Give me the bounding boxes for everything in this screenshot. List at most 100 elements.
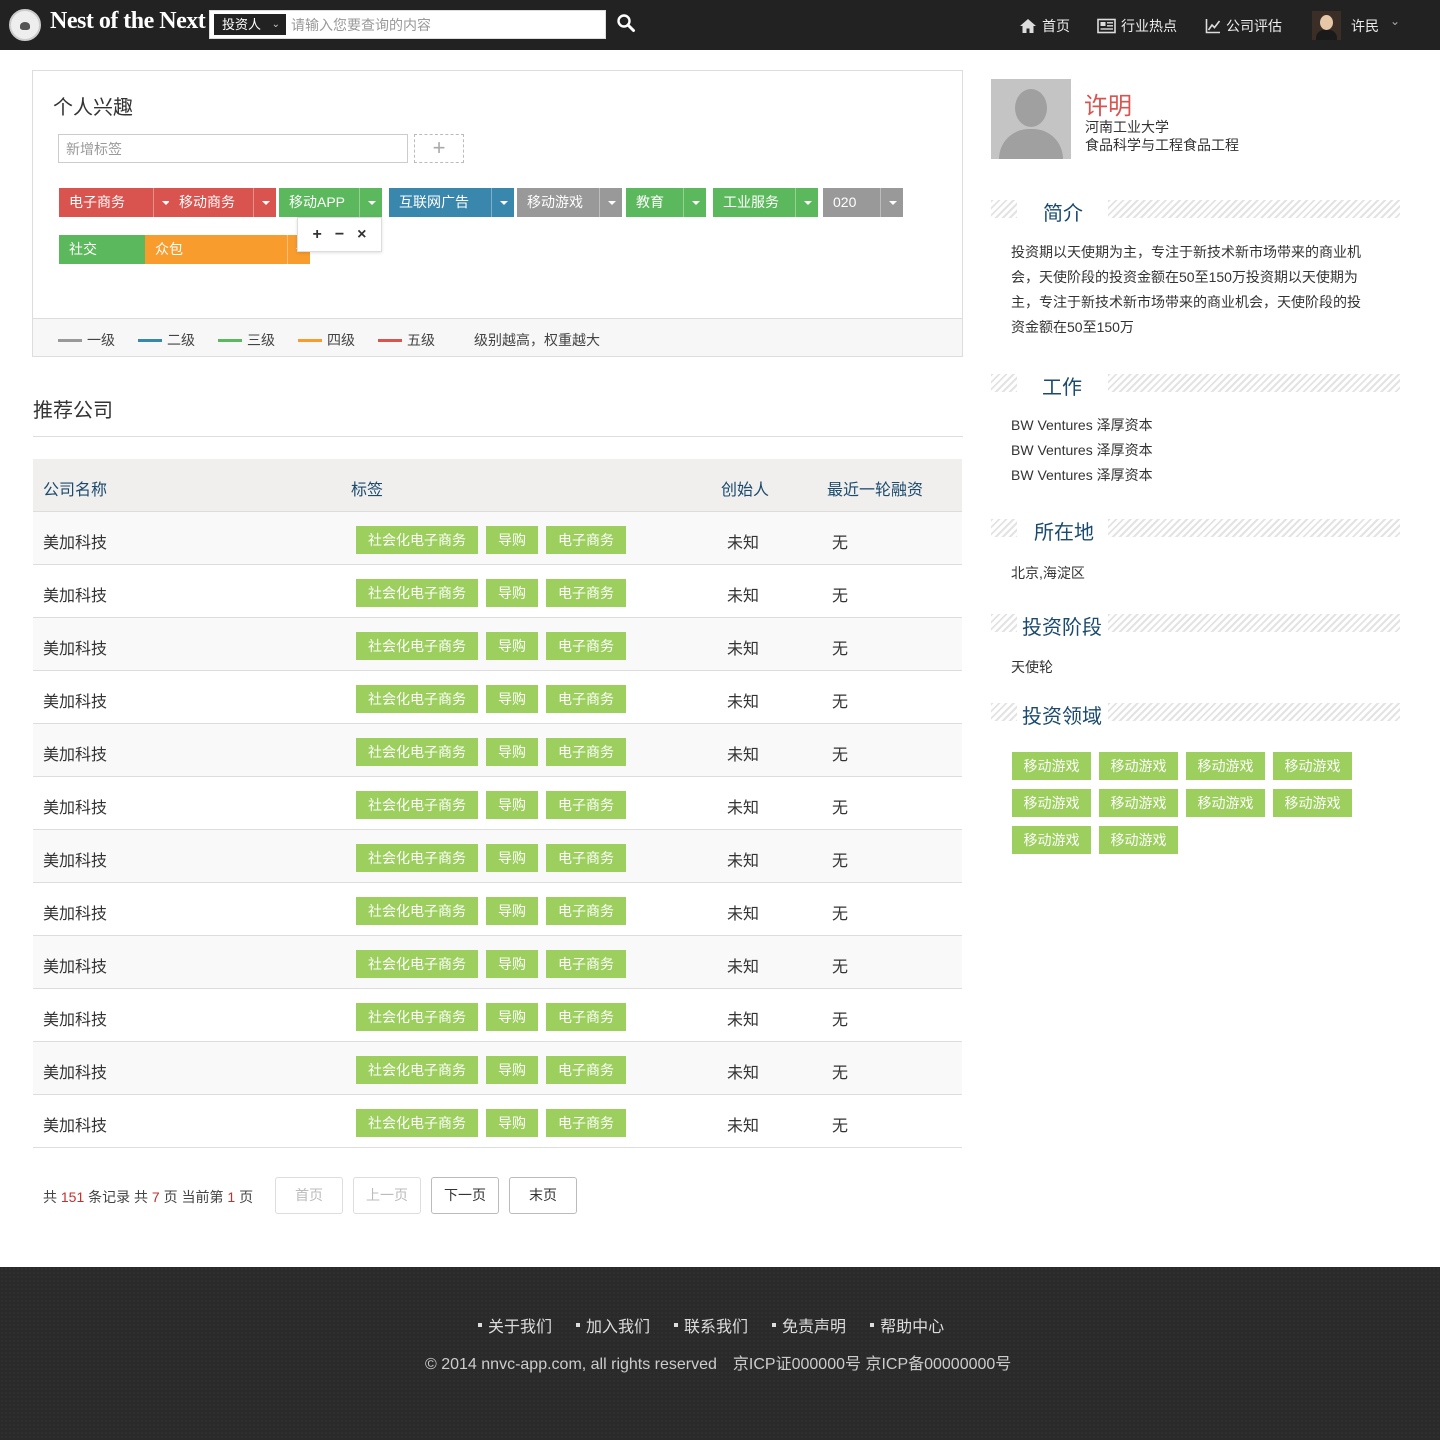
table-row[interactable]: 美加科技 社会化电子商务 导购 电子商务 未知 无 bbox=[33, 936, 962, 989]
chevron-down-icon[interactable]: ⌄ bbox=[1390, 14, 1400, 28]
next-page-button[interactable]: 下一页 bbox=[431, 1177, 499, 1214]
company-name[interactable]: 美加科技 bbox=[43, 794, 107, 818]
invest-field-tag[interactable]: 移动游戏 bbox=[1273, 752, 1352, 780]
first-page-button[interactable]: 首页 bbox=[275, 1177, 343, 1214]
col-latest-round[interactable]: 最近一轮融资 bbox=[827, 476, 923, 500]
caret-down-icon[interactable] bbox=[491, 188, 514, 217]
company-tag[interactable]: 电子商务 bbox=[546, 632, 626, 660]
caret-down-icon[interactable] bbox=[795, 188, 818, 217]
table-row[interactable]: 美加科技 社会化电子商务 导购 电子商务 未知 无 bbox=[33, 1095, 962, 1148]
user-name[interactable]: 许民 bbox=[1351, 16, 1379, 36]
table-row[interactable]: 美加科技 社会化电子商务 导购 电子商务 未知 无 bbox=[33, 777, 962, 830]
invest-field-tag[interactable]: 移动游戏 bbox=[1099, 789, 1178, 817]
minus-icon[interactable]: − bbox=[335, 226, 344, 244]
interest-tag[interactable]: 移动APP bbox=[279, 188, 382, 217]
nav-home[interactable]: 首页 bbox=[1019, 16, 1070, 36]
company-tag[interactable]: 导购 bbox=[486, 897, 538, 925]
table-row[interactable]: 美加科技 社会化电子商务 导购 电子商务 未知 无 bbox=[33, 1042, 962, 1095]
company-tag[interactable]: 电子商务 bbox=[546, 950, 626, 978]
company-tag[interactable]: 社会化电子商务 bbox=[356, 1109, 478, 1137]
company-tag[interactable]: 导购 bbox=[486, 950, 538, 978]
search-type-select[interactable]: 投资人 ⌄ bbox=[214, 14, 286, 35]
footer-link[interactable]: 帮助中心 bbox=[870, 1313, 944, 1337]
caret-down-icon[interactable] bbox=[880, 188, 903, 217]
footer-link[interactable]: 关于我们 bbox=[478, 1313, 552, 1337]
caret-down-icon[interactable] bbox=[359, 188, 382, 217]
company-name[interactable]: 美加科技 bbox=[43, 529, 107, 553]
company-name[interactable]: 美加科技 bbox=[43, 847, 107, 871]
interest-tag[interactable]: 移动商务 bbox=[169, 188, 276, 217]
table-row[interactable]: 美加科技 社会化电子商务 导购 电子商务 未知 无 bbox=[33, 883, 962, 936]
interest-tag[interactable]: 移动游戏 bbox=[517, 188, 622, 217]
table-row[interactable]: 美加科技 社会化电子商务 导购 电子商务 未知 无 bbox=[33, 724, 962, 777]
company-tag[interactable]: 社会化电子商务 bbox=[356, 1056, 478, 1084]
company-tag[interactable]: 导购 bbox=[486, 1109, 538, 1137]
interest-tag[interactable]: 教育 bbox=[626, 188, 706, 217]
company-tag[interactable]: 导购 bbox=[486, 685, 538, 713]
company-name[interactable]: 美加科技 bbox=[43, 1006, 107, 1030]
company-name[interactable]: 美加科技 bbox=[43, 953, 107, 977]
footer-link[interactable]: 联系我们 bbox=[674, 1313, 748, 1337]
caret-down-icon[interactable] bbox=[599, 188, 622, 217]
company-tag[interactable]: 电子商务 bbox=[546, 685, 626, 713]
col-company-name[interactable]: 公司名称 bbox=[43, 476, 107, 500]
footer-link[interactable]: 免责声明 bbox=[772, 1313, 846, 1337]
interest-tag[interactable]: 互联网广告 bbox=[389, 188, 514, 217]
invest-field-tag[interactable]: 移动游戏 bbox=[1099, 752, 1178, 780]
company-tag[interactable]: 社会化电子商务 bbox=[356, 738, 478, 766]
company-tag[interactable]: 导购 bbox=[486, 579, 538, 607]
company-tag[interactable]: 电子商务 bbox=[546, 738, 626, 766]
brand-name[interactable]: Nest of the Next bbox=[50, 8, 206, 35]
add-tag-button[interactable]: + bbox=[414, 134, 464, 163]
col-tags[interactable]: 标签 bbox=[351, 476, 383, 500]
company-tag[interactable]: 社会化电子商务 bbox=[356, 579, 478, 607]
caret-down-icon[interactable] bbox=[253, 188, 276, 217]
company-tag[interactable]: 社会化电子商务 bbox=[356, 1003, 478, 1031]
search-icon[interactable] bbox=[616, 13, 638, 35]
company-tag[interactable]: 导购 bbox=[486, 526, 538, 554]
table-row[interactable]: 美加科技 社会化电子商务 导购 电子商务 未知 无 bbox=[33, 565, 962, 618]
search-input[interactable] bbox=[291, 14, 591, 35]
company-tag[interactable]: 电子商务 bbox=[546, 1056, 626, 1084]
company-name[interactable]: 美加科技 bbox=[43, 582, 107, 606]
company-tag[interactable]: 社会化电子商务 bbox=[356, 897, 478, 925]
invest-field-tag[interactable]: 移动游戏 bbox=[1186, 752, 1265, 780]
company-tag[interactable]: 社会化电子商务 bbox=[356, 844, 478, 872]
invest-field-tag[interactable]: 移动游戏 bbox=[1012, 789, 1091, 817]
company-tag[interactable]: 导购 bbox=[486, 1003, 538, 1031]
company-tag[interactable]: 社会化电子商务 bbox=[356, 685, 478, 713]
company-tag[interactable]: 电子商务 bbox=[546, 791, 626, 819]
company-tag[interactable]: 导购 bbox=[486, 1056, 538, 1084]
footer-link[interactable]: 加入我们 bbox=[576, 1313, 650, 1337]
company-name[interactable]: 美加科技 bbox=[43, 900, 107, 924]
table-row[interactable]: 美加科技 社会化电子商务 导购 电子商务 未知 无 bbox=[33, 989, 962, 1042]
close-icon[interactable]: × bbox=[357, 226, 366, 244]
col-founder[interactable]: 创始人 bbox=[721, 476, 769, 500]
company-tag[interactable]: 电子商务 bbox=[546, 844, 626, 872]
company-tag[interactable]: 社会化电子商务 bbox=[356, 526, 478, 554]
invest-field-tag[interactable]: 移动游戏 bbox=[1273, 789, 1352, 817]
company-tag[interactable]: 社会化电子商务 bbox=[356, 791, 478, 819]
company-name[interactable]: 美加科技 bbox=[43, 635, 107, 659]
company-name[interactable]: 美加科技 bbox=[43, 741, 107, 765]
interest-tag[interactable]: 020 bbox=[823, 188, 903, 217]
invest-field-tag[interactable]: 移动游戏 bbox=[1012, 826, 1091, 854]
company-tag[interactable]: 社会化电子商务 bbox=[356, 950, 478, 978]
new-tag-input[interactable] bbox=[58, 134, 408, 163]
nav-industry-news[interactable]: 行业热点 bbox=[1097, 16, 1177, 36]
caret-down-icon[interactable] bbox=[683, 188, 706, 217]
nav-company-eval[interactable]: 公司评估 bbox=[1205, 16, 1282, 36]
interest-tag[interactable]: 工业服务 bbox=[713, 188, 818, 217]
company-tag[interactable]: 导购 bbox=[486, 738, 538, 766]
avatar[interactable] bbox=[1312, 11, 1341, 40]
table-row[interactable]: 美加科技 社会化电子商务 导购 电子商务 未知 无 bbox=[33, 830, 962, 883]
company-tag[interactable]: 导购 bbox=[486, 844, 538, 872]
interest-tag[interactable]: 电子商务 bbox=[59, 188, 176, 217]
company-tag[interactable]: 导购 bbox=[486, 791, 538, 819]
company-tag[interactable]: 电子商务 bbox=[546, 526, 626, 554]
last-page-button[interactable]: 末页 bbox=[509, 1177, 577, 1214]
logo-icon[interactable] bbox=[9, 9, 41, 41]
prev-page-button[interactable]: 上一页 bbox=[353, 1177, 421, 1214]
invest-field-tag[interactable]: 移动游戏 bbox=[1012, 752, 1091, 780]
plus-icon[interactable]: + bbox=[312, 226, 321, 244]
